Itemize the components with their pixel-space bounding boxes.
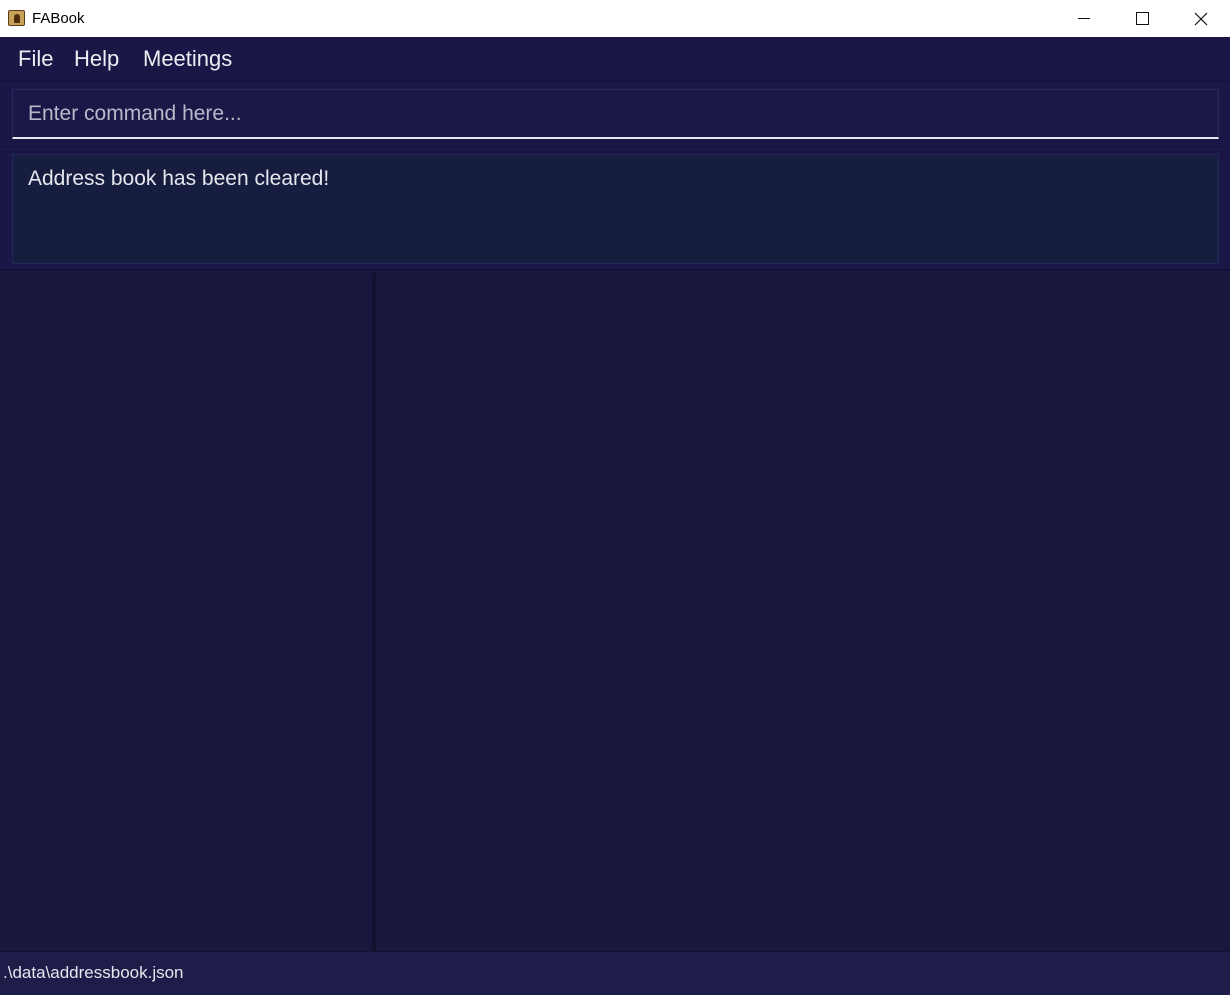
save-location-path: .\data\addressbook.json: [3, 963, 184, 982]
menu-meetings[interactable]: Meetings: [143, 46, 232, 72]
close-button[interactable]: [1172, 0, 1230, 37]
command-box: [0, 81, 1230, 147]
minimize-button[interactable]: [1055, 0, 1113, 37]
person-list-panel[interactable]: [0, 273, 372, 951]
result-message: Address book has been cleared!: [28, 167, 330, 190]
menu-help[interactable]: Help: [74, 46, 119, 72]
window-title: FABook: [32, 10, 85, 27]
status-bar: .\data\addressbook.json: [0, 951, 1230, 995]
result-display-area: Address book has been cleared!: [0, 147, 1230, 271]
menu-file[interactable]: File: [18, 46, 53, 72]
result-display[interactable]: Address book has been cleared!: [12, 154, 1219, 264]
title-bar: FABook: [0, 0, 1230, 37]
details-panel[interactable]: [376, 273, 1230, 951]
address-book-icon: [8, 10, 25, 26]
menu-bar: File Help Meetings: [0, 37, 1230, 81]
close-icon: [1194, 12, 1208, 26]
command-input[interactable]: [12, 89, 1219, 139]
maximize-button[interactable]: [1113, 0, 1171, 37]
